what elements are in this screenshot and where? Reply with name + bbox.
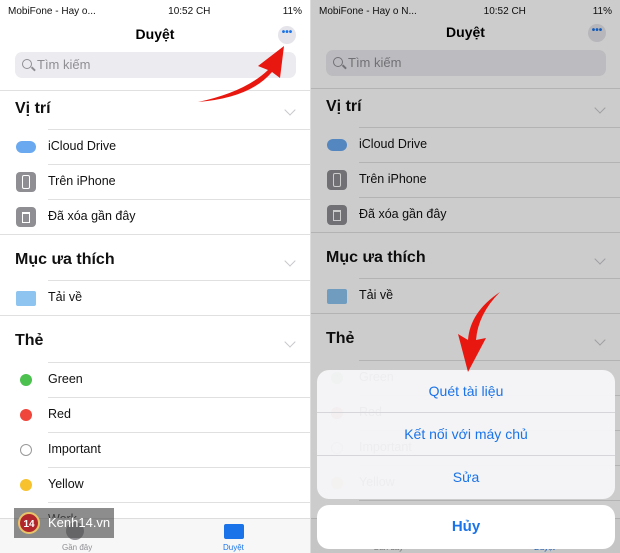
search-icon [22,59,32,69]
battery-level: 11% [282,5,302,17]
section-header-favorites[interactable]: Mục ưa thích [15,251,115,269]
list-item-tags[interactable]: Red [48,407,71,421]
divider [48,164,310,165]
divider [48,467,310,468]
clock: 10:52 CH [168,5,211,17]
action-sheet-item[interactable]: Sửa [317,456,615,499]
chevron-down-icon[interactable] [284,255,296,267]
divider [0,90,310,91]
tag-color-dot [20,444,32,456]
action-sheet-item[interactable]: Kết nối với máy chủ [317,413,615,456]
search-input[interactable]: Tìm kiếm [15,52,296,78]
page-title: Duyệt [135,26,175,42]
folder-download-icon [16,291,36,306]
trash-icon [16,207,36,227]
more-options-button[interactable]: ••• [278,26,296,44]
tab-recent[interactable]: Gần đây [62,543,92,552]
action-sheet: Quét tài liệu Kết nối với máy chủ Sửa [317,370,615,499]
divider [0,234,310,235]
divider [48,362,310,363]
action-sheet-item[interactable]: Quét tài liệu [317,370,615,413]
cloud-icon [16,141,36,153]
signal-carrier: MobiFone - Hay o... [8,5,96,17]
list-item-locations[interactable]: iCloud Drive [48,139,116,153]
divider [48,129,310,130]
status-bar: MobiFone - Hay o... 10:52 CH 11% [8,4,302,18]
list-item-locations[interactable]: Đã xóa gần đây [48,209,136,223]
list-item-favorites[interactable]: Tải về [48,290,82,304]
list-item-locations[interactable]: Trên iPhone [48,174,116,188]
divider [0,315,310,316]
section-header-locations[interactable]: Vị trí [15,100,51,118]
list-item-tags[interactable]: Yellow [48,477,84,491]
divider [48,199,310,200]
folder-icon [224,524,244,539]
watermark-logo: Kenh14.vn 14 [14,508,114,538]
divider [48,432,310,433]
files-browse-screen-with-action-sheet: MobiFone - Hay o N... 10:52 CH 11% Duyệt •••… [310,0,620,553]
cancel-button[interactable]: Hủy [317,505,615,549]
files-browse-screen: MobiFone - Hay o... 10:52 CH 11% Duyệt ••• Tì… [0,0,310,553]
divider [48,280,310,281]
divider [48,397,310,398]
chevron-down-icon[interactable] [284,336,296,348]
divider [48,502,310,503]
watermark-badge: 14 [18,512,40,534]
tab-browse[interactable]: Duyệt [223,543,244,552]
iphone-icon [16,172,36,192]
tag-color-dot [20,409,32,421]
chevron-down-icon[interactable] [284,104,296,116]
list-item-tags[interactable]: Green [48,372,83,386]
tag-color-dot [20,374,32,386]
tag-color-dot [20,479,32,491]
list-item-tags[interactable]: Important [48,442,101,456]
section-header-tags[interactable]: Thẻ [15,332,43,350]
